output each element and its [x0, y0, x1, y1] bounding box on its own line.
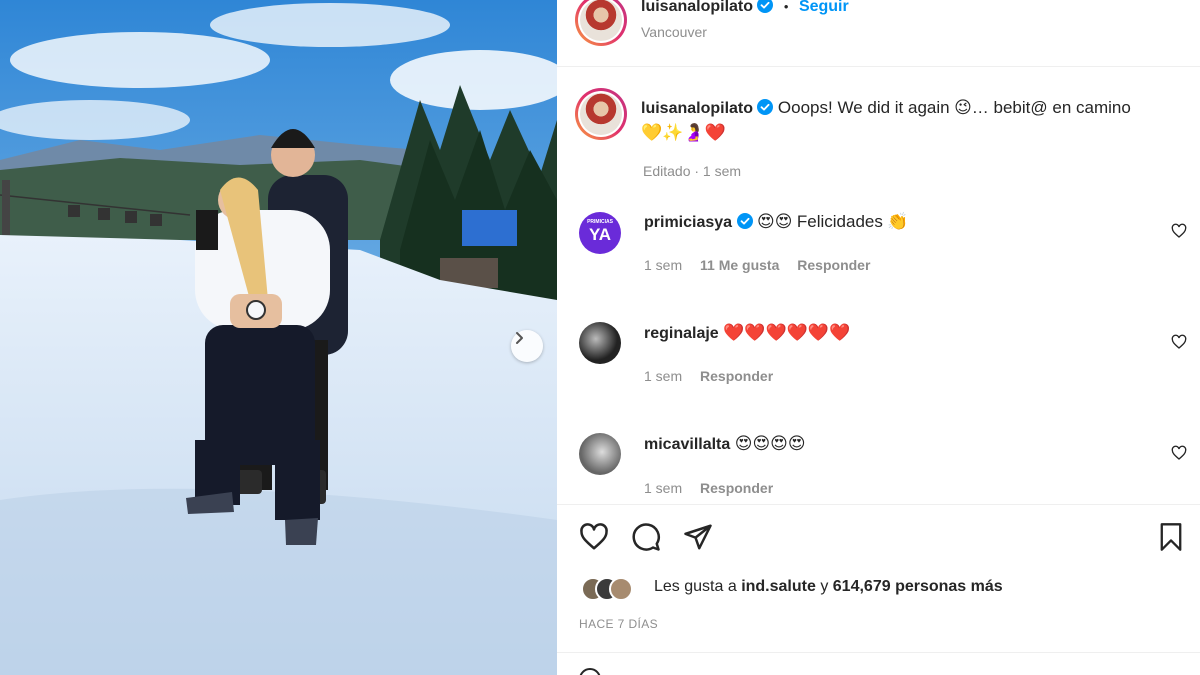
reply-button[interactable]: Responder [700, 368, 773, 384]
header-separator: • [783, 0, 789, 14]
comment-meta: 1 sem Responder [644, 368, 773, 384]
share-icon[interactable] [683, 522, 713, 552]
comment-emoji: ❤️❤️❤️❤️❤️❤️ [723, 323, 851, 343]
like-heart-icon[interactable] [579, 522, 609, 552]
caption: luisanalopilato Ooops! We did it again 😉… [641, 96, 1181, 146]
comment-avatar-micavillalta[interactable] [579, 433, 621, 475]
comment-primiciasya: primiciasya 😍😍 Felicidades 👏 [644, 212, 909, 232]
post-location[interactable]: Vancouver [641, 24, 707, 40]
comment-like-heart-icon[interactable] [1171, 223, 1187, 239]
comment-time: 1 sem [644, 257, 683, 273]
next-image-button[interactable] [511, 330, 543, 362]
likes-count[interactable]: 614,679 personas más [833, 578, 1003, 595]
post-photo [0, 0, 557, 675]
caption-emoji-row: 💛✨🤰❤️ [641, 123, 726, 143]
likes-summary: Les gusta a ind.salute y 614,679 persona… [654, 578, 1003, 596]
comment-time: 1 sem [644, 368, 683, 384]
comment-text: Felicidades [796, 212, 883, 231]
post-timestamp[interactable]: HACE 7 DÍAS [579, 617, 658, 631]
comment-time: 1 sem [644, 480, 683, 496]
chevron-right-icon [516, 332, 523, 344]
comment-like-heart-icon[interactable] [1171, 334, 1187, 350]
likes-user[interactable]: ind.salute [741, 578, 816, 595]
comment-likes[interactable]: 11 Me gusta [700, 257, 779, 273]
comment-username[interactable]: micavillalta [644, 436, 730, 453]
caption-author-avatar[interactable] [575, 88, 627, 140]
verified-badge-icon [757, 99, 774, 115]
comment-reginalaje: reginalaje ❤️❤️❤️❤️❤️❤️ [644, 323, 850, 343]
likes-connector: y [820, 578, 829, 595]
comment-emoji: 😍😍😍😍 [734, 434, 806, 454]
emoji-picker-icon[interactable] [579, 668, 601, 675]
comment-like-heart-icon[interactable] [1171, 445, 1187, 461]
reply-button[interactable]: Responder [797, 257, 870, 273]
comment-avatar-reginalaje[interactable] [579, 322, 621, 364]
actions-divider [557, 504, 1200, 505]
liker-avatar[interactable] [609, 577, 633, 601]
author-avatar[interactable] [575, 0, 627, 46]
reply-button[interactable]: Responder [700, 480, 773, 496]
comment-meta: 1 sem 11 Me gusta Responder [644, 257, 870, 273]
photo-illustration [0, 0, 557, 675]
header-divider [557, 66, 1200, 67]
caption-edited: Editado · 1 sem [643, 163, 742, 179]
comment-emoji: 😍😍 [756, 212, 793, 232]
follow-button[interactable]: Seguir [799, 0, 849, 15]
comment-username[interactable]: primiciasya [644, 214, 732, 231]
post-header: luisanalopilato • Seguir [641, 0, 849, 16]
comment-username[interactable]: reginalaje [644, 325, 719, 342]
caption-text: Ooops! We did it again [777, 98, 950, 117]
comment-icon[interactable] [631, 522, 661, 552]
author-username[interactable]: luisanalopilato [641, 0, 753, 15]
comment-meta: 1 sem Responder [644, 480, 773, 496]
caption-emoji-wink: 😉 [954, 98, 972, 118]
verified-badge-icon [757, 0, 774, 13]
caption-username[interactable]: luisanalopilato [641, 100, 753, 117]
verified-badge-icon [736, 213, 753, 229]
caption-text-2: … bebit@ en camino [971, 98, 1131, 117]
comment-emoji-clap: 👏 [887, 212, 909, 232]
comment-micavillalta: micavillalta 😍😍😍😍 [644, 434, 806, 454]
comment-avatar-primiciasya[interactable]: PRIMICIAS YA [579, 212, 621, 254]
bottom-divider [557, 652, 1200, 653]
bookmark-icon[interactable] [1157, 522, 1185, 552]
likes-prefix: Les gusta a [654, 578, 737, 595]
post-side-panel: luisanalopilato • Seguir Vancouver luisa… [557, 0, 1200, 675]
